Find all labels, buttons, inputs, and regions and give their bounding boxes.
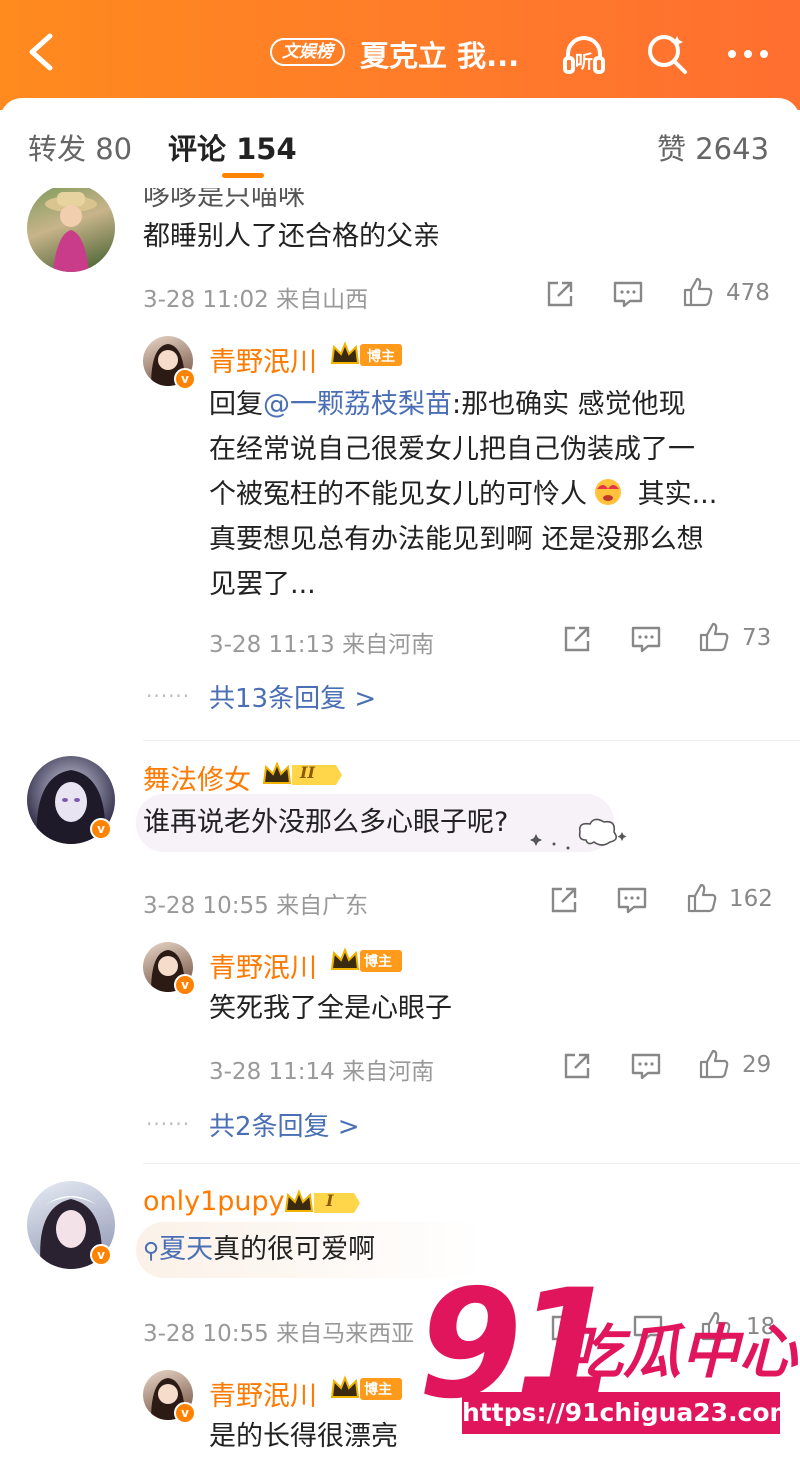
comment-author-name[interactable]: only1pupy	[143, 1186, 285, 1217]
reply-author-name[interactable]: 青野泯川	[209, 1374, 317, 1413]
like-icon[interactable]	[682, 276, 714, 308]
reply-text: 是的长得很漂亮	[209, 1421, 398, 1452]
like-count: 162	[729, 886, 773, 912]
more-icon[interactable]	[724, 30, 772, 78]
comment-author-name[interactable]: 舞法修女	[143, 758, 251, 797]
share-icon[interactable]	[561, 623, 593, 655]
comment-icon[interactable]	[630, 1050, 662, 1082]
reply-line: 在经常说自己很爱女儿把自己伪装成了一	[209, 434, 695, 465]
comment-text-body: 真的很可爱啊	[213, 1234, 376, 1265]
verified-badge: v	[174, 368, 196, 390]
reply-meta: 3-28 11:13 来自河南	[209, 632, 435, 658]
emoji-icon	[591, 476, 625, 506]
reply-line: 真要想见总有办法能见到啊 还是没那么想	[209, 524, 704, 555]
tab-likes[interactable]: 赞 2643	[657, 126, 769, 168]
tab-repost[interactable]: 转发 80	[28, 126, 132, 168]
crown-level-icon	[284, 1189, 360, 1213]
avatar[interactable]	[27, 188, 115, 272]
listen-icon[interactable]: 听	[560, 30, 608, 78]
like-count: 478	[726, 280, 770, 306]
reply-author-name[interactable]: 青野泯川	[209, 946, 317, 985]
watermark-text: 吃瓜中心	[565, 1318, 798, 1386]
like-icon[interactable]	[698, 1048, 730, 1080]
reply-meta: 3-28 11:14 来自河南	[209, 1059, 435, 1085]
comment-icon[interactable]	[630, 623, 662, 655]
reply-line: 见罢了...	[209, 569, 316, 600]
share-icon[interactable]	[544, 278, 576, 310]
divider	[143, 1163, 800, 1164]
reply-line: :那也确实 感觉他现	[452, 389, 686, 420]
tab-indicator	[222, 173, 264, 178]
divider	[143, 740, 800, 741]
more-replies-link[interactable]: 共2条回复 >	[209, 1106, 360, 1143]
tab-bar: 转发 80 评论 154 赞 2643	[0, 98, 800, 188]
page-title: 夏克立 我...	[360, 39, 520, 73]
comment-text: ⚲夏天真的很可爱啊	[143, 1227, 375, 1274]
tab-comments[interactable]: 评论 154	[168, 126, 297, 168]
comment-list: 哆哆是只喵咪 都睡别人了还合格的父亲 3-28 11:02 来自山西 478 v…	[0, 188, 800, 1458]
share-icon[interactable]	[561, 1050, 593, 1082]
verified-badge: v	[174, 974, 196, 996]
like-icon[interactable]	[686, 882, 718, 914]
share-icon[interactable]	[548, 884, 580, 916]
avatar-image-icon	[45, 192, 97, 272]
search-icon[interactable]	[643, 30, 691, 78]
svg-text:听: 听	[575, 51, 593, 73]
search-icon: ⚲	[143, 1239, 160, 1264]
like-count: 73	[742, 625, 772, 651]
cloud-sticker-icon	[530, 818, 627, 850]
reply-prefix: 回复	[209, 389, 263, 420]
comment-meta: 3-28 10:55 来自马来西亚	[143, 1321, 415, 1347]
comment-text: 都睡别人了还合格的父亲	[143, 221, 440, 252]
verified-badge: v	[90, 1244, 112, 1266]
comment-meta: 3-28 11:02 来自山西	[143, 287, 369, 313]
thread-dots: ······	[146, 1112, 191, 1136]
verified-badge: v	[174, 1402, 196, 1424]
watermark-url: https://91chigua23.com	[462, 1392, 796, 1434]
reply-text: 笑死我了全是心眼子	[209, 993, 452, 1024]
level-label: I	[326, 1191, 334, 1210]
like-icon[interactable]	[698, 621, 730, 653]
verified-badge: v	[90, 818, 112, 840]
ranking-chip[interactable]: 文娱榜	[270, 38, 345, 66]
comment-author-name[interactable]: 哆哆是只喵咪	[143, 188, 305, 213]
reply-line: 其实...	[629, 479, 718, 510]
mention-link[interactable]: @一颗荔枝梨苗	[263, 389, 452, 420]
reply-line: 个被冤枉的不能见女儿的可怜人	[209, 479, 587, 510]
svg-text:博主: 博主	[367, 348, 395, 365]
reply-text: 回复@一颗荔枝梨苗:那也确实 感觉他现 在经常说自己很爱女儿把自己伪装成了一 个…	[209, 382, 769, 607]
thread-dots: ······	[146, 684, 191, 708]
comment-icon[interactable]	[612, 278, 644, 310]
back-icon[interactable]	[22, 30, 62, 74]
blogger-tag: 博主	[364, 1382, 392, 1398]
reply-author-name[interactable]: 青野泯川	[209, 340, 317, 379]
blogger-tag: 博主	[364, 954, 392, 970]
level-label: II	[300, 763, 315, 782]
top-bar: 文娱榜 夏克立 我... 听	[0, 0, 800, 110]
comment-text: 谁再说老外没那么多心眼子呢?	[143, 807, 509, 838]
like-count: 29	[742, 1052, 772, 1078]
more-replies-link[interactable]: 共13条回复 >	[209, 678, 376, 715]
comment-icon[interactable]	[616, 884, 648, 916]
search-word-link[interactable]: ⚲夏天	[143, 1234, 213, 1265]
comment-meta: 3-28 10:55 来自广东	[143, 893, 369, 919]
crown-icon: 博主	[330, 341, 402, 366]
